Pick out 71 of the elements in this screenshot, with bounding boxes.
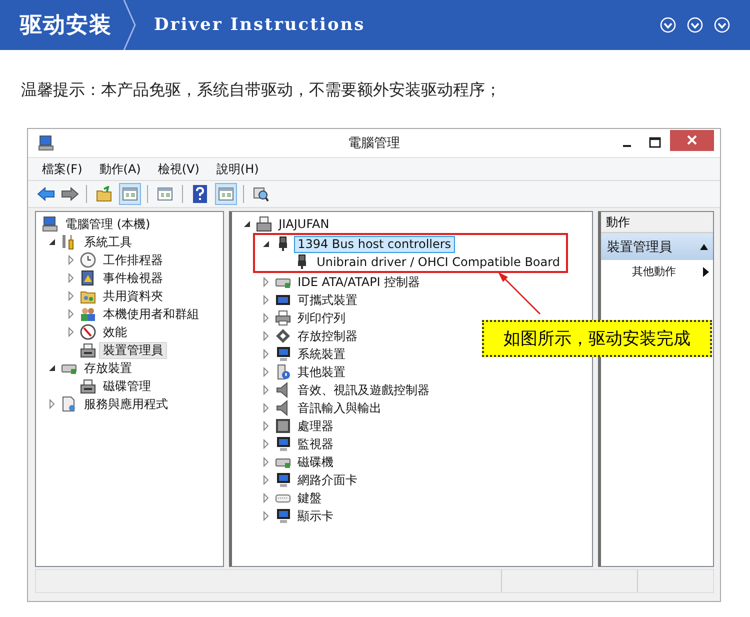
tree-item[interactable]: 1394 Bus host controllers <box>294 236 456 252</box>
tree-item[interactable]: 服務與應用程式 <box>80 396 172 412</box>
tree-item[interactable]: 本機使用者和群組 <box>99 306 203 322</box>
menu-item[interactable]: 檔案(F) <box>42 160 82 178</box>
chevron-divider-icon <box>122 0 138 50</box>
expand-arrow-icon[interactable] <box>260 239 271 249</box>
tree-item[interactable]: 共用資料夾 <box>99 288 167 304</box>
tree-item[interactable]: 存放裝置 <box>80 360 136 376</box>
submenu-arrow-icon[interactable] <box>703 266 709 276</box>
chip-icon <box>274 418 291 434</box>
monitor-icon <box>274 346 291 362</box>
tree-item[interactable]: 裝置管理員 <box>99 342 167 358</box>
tree-item[interactable]: 音訊輸入與輸出 <box>294 400 386 416</box>
close-button[interactable] <box>670 130 714 150</box>
people-icon <box>80 306 96 322</box>
actions-header: 動作 <box>600 212 713 233</box>
tree-item[interactable]: 網路介面卡 <box>294 472 362 488</box>
tree-item[interactable]: 存放控制器 <box>294 328 362 344</box>
tree-item[interactable]: 工作排程器 <box>99 252 167 268</box>
tree-item[interactable]: 列印佇列 <box>294 310 350 326</box>
diamond-icon <box>274 328 291 344</box>
section-title: 裝置管理員 <box>606 238 672 256</box>
tree-item[interactable]: JIAJUFAN <box>274 216 334 232</box>
expand-arrow-icon[interactable] <box>242 219 252 229</box>
actions-section[interactable]: 裝置管理員 <box>600 233 713 260</box>
chevron-down-icon[interactable] <box>660 17 676 33</box>
pane-button[interactable] <box>215 183 237 205</box>
callout-note: 如图所示，驱动安装完成 <box>482 320 712 357</box>
tree-item[interactable]: 磁碟機 <box>294 454 338 470</box>
device-icon <box>80 378 96 394</box>
tree-item[interactable]: 鍵盤 <box>294 490 326 506</box>
chevron-down-icon[interactable] <box>687 17 703 33</box>
tree-item[interactable]: 音效、視訊及遊戲控制器 <box>294 382 434 398</box>
tree-item[interactable]: Unibrain driver / OHCI Compatible Board <box>312 254 564 270</box>
monitor-icon <box>274 472 291 488</box>
device-icon <box>80 342 96 358</box>
monitor-icon <box>274 508 291 524</box>
book-icon <box>80 270 96 286</box>
banner-subtitle: Driver Instructions <box>154 15 366 35</box>
tree-item[interactable]: 其他裝置 <box>294 364 350 380</box>
menu-item[interactable]: 動作(A) <box>99 160 141 178</box>
tree-item[interactable]: 可攜式裝置 <box>294 292 362 308</box>
window-title: 電腦管理 <box>347 135 401 152</box>
banner-title: 驱动安装 <box>20 12 112 40</box>
tree-item[interactable]: 事件檢視器 <box>99 270 167 286</box>
tree-item[interactable]: 系統裝置 <box>294 346 350 362</box>
document-icon <box>61 396 77 412</box>
printer-icon <box>274 310 291 326</box>
tree-item[interactable]: 顯示卡 <box>294 508 338 524</box>
expand-arrow-icon[interactable] <box>47 237 57 247</box>
tree-item[interactable]: 監視器 <box>294 436 338 452</box>
tree-item[interactable]: 磁碟管理 <box>99 378 155 394</box>
tip-text: 温馨提示：本产品免驱，系统自带驱动，不需要额外安装驱动程序； <box>21 80 502 101</box>
action-link[interactable]: 其他動作 <box>632 264 676 279</box>
clock-icon <box>80 252 96 268</box>
back-arrow-icon[interactable] <box>36 184 56 204</box>
menu-item[interactable]: 檢視(V) <box>158 160 200 178</box>
tree-item[interactable]: 系統工具 <box>80 234 136 250</box>
expand-arrow-icon[interactable] <box>47 363 57 373</box>
pane-button[interactable] <box>119 183 141 205</box>
collapse-arrow-icon[interactable] <box>699 242 709 250</box>
tree-item[interactable]: IDE ATA/ATAPI 控制器 <box>294 274 424 290</box>
forward-arrow-icon[interactable] <box>60 184 80 204</box>
menu-item[interactable]: 說明(H) <box>216 160 259 178</box>
close-icon[interactable] <box>686 134 698 146</box>
monitor-icon <box>274 436 291 452</box>
tree-item[interactable]: 效能 <box>99 324 131 340</box>
screen-icon <box>274 292 291 308</box>
tree-item[interactable]: 處理器 <box>294 418 338 434</box>
chevron-down-icon[interactable] <box>714 17 730 33</box>
tree-item[interactable]: 電腦管理 (本機) <box>61 216 154 232</box>
